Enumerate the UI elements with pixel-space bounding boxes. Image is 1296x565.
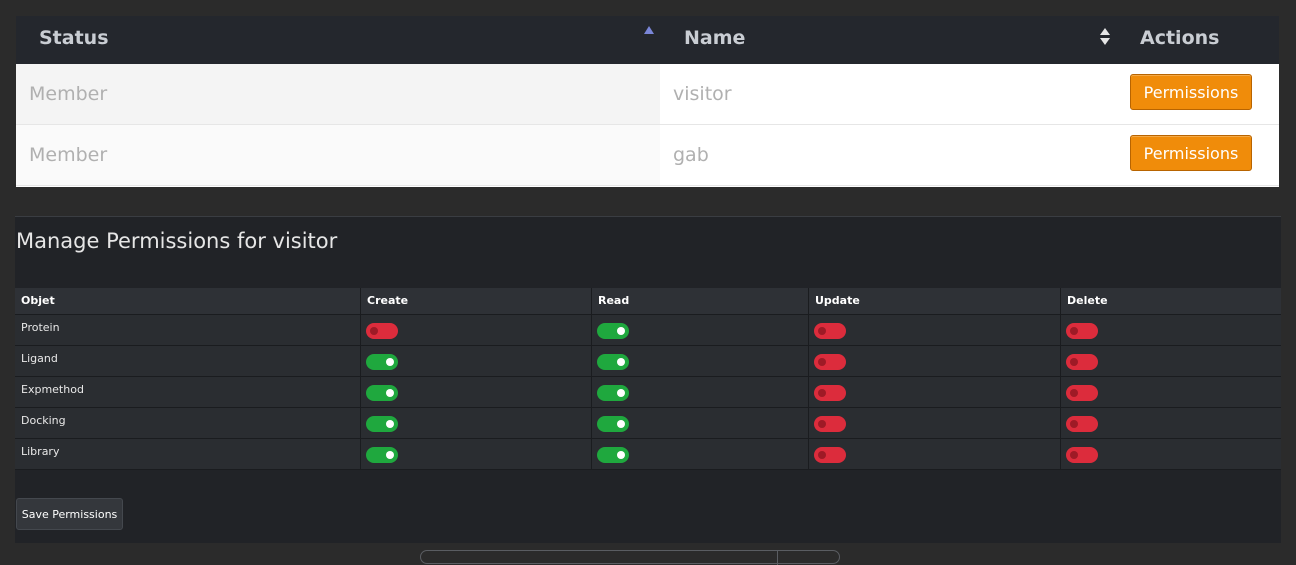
read-cell (592, 346, 809, 376)
column-header-status[interactable]: Status (39, 16, 109, 64)
create-toggle[interactable] (366, 323, 398, 339)
read-cell (592, 439, 809, 469)
toggle-knob (1070, 389, 1078, 397)
update-toggle[interactable] (814, 416, 846, 432)
delete-cell (1061, 315, 1281, 345)
member-status: Member (29, 144, 108, 166)
column-header-actions: Actions (1140, 27, 1220, 49)
delete-cell (1061, 346, 1281, 376)
delete-toggle[interactable] (1066, 416, 1098, 432)
member-name: gab (673, 144, 709, 166)
delete-toggle[interactable] (1066, 323, 1098, 339)
column-header-name[interactable]: Name (684, 16, 745, 64)
create-toggle[interactable] (366, 416, 398, 432)
toggle-knob (818, 389, 826, 397)
toggle-knob (617, 420, 625, 428)
members-table: Status Name Actions Member visitor Permi… (16, 16, 1279, 187)
sort-icon[interactable] (1100, 28, 1110, 46)
table-row: Member gab Permissions (16, 125, 1279, 186)
toggle-knob (1070, 451, 1078, 459)
delete-toggle[interactable] (1066, 354, 1098, 370)
column-header-create: Create (361, 288, 592, 314)
create-toggle[interactable] (366, 385, 398, 401)
delete-toggle[interactable] (1066, 447, 1098, 463)
permissions-table-header: Objet Create Read Update Delete (15, 288, 1281, 315)
update-toggle[interactable] (814, 354, 846, 370)
permission-row-library: Library (15, 439, 1281, 470)
toggle-knob (617, 358, 625, 366)
member-status: Member (29, 83, 108, 105)
objet-name: Docking (15, 408, 361, 438)
toggle-knob (1070, 327, 1078, 335)
update-cell (809, 408, 1061, 438)
permissions-button[interactable]: Permissions (1130, 135, 1252, 171)
read-cell (592, 377, 809, 407)
toggle-knob (818, 327, 826, 335)
sort-ascending-icon[interactable] (644, 26, 654, 34)
toggle-knob (617, 327, 625, 335)
read-toggle[interactable] (597, 354, 629, 370)
permission-row-ligand: Ligand (15, 346, 1281, 377)
toggle-knob (386, 451, 394, 459)
create-cell (361, 439, 592, 469)
save-permissions-button[interactable]: Save Permissions (16, 498, 123, 530)
toggle-knob (617, 451, 625, 459)
toggle-knob (818, 420, 826, 428)
objet-name: Protein (15, 315, 361, 345)
permission-row-expmethod: Expmethod (15, 377, 1281, 408)
update-cell (809, 315, 1061, 345)
create-cell (361, 408, 592, 438)
toggle-knob (818, 451, 826, 459)
column-header-delete: Delete (1067, 294, 1108, 307)
update-cell (809, 377, 1061, 407)
create-toggle[interactable] (366, 447, 398, 463)
permissions-table: Objet Create Read Update Delete Protein L… (15, 288, 1281, 470)
permission-row-protein: Protein (15, 315, 1281, 346)
column-header-update: Update (809, 288, 1061, 314)
update-toggle[interactable] (814, 385, 846, 401)
objet-name: Library (15, 439, 361, 469)
create-cell (361, 346, 592, 376)
toggle-knob (1070, 420, 1078, 428)
create-cell (361, 315, 592, 345)
objet-name: Expmethod (15, 377, 361, 407)
update-toggle[interactable] (814, 447, 846, 463)
manage-permissions-panel: Manage Permissions for visitor Objet Cre… (15, 216, 1281, 543)
member-name: visitor (673, 83, 732, 105)
members-table-header: Status Name Actions (16, 16, 1279, 64)
read-cell (592, 408, 809, 438)
table-row: Member visitor Permissions (16, 64, 1279, 125)
read-toggle[interactable] (597, 447, 629, 463)
delete-cell (1061, 439, 1281, 469)
create-cell (361, 377, 592, 407)
create-toggle[interactable] (366, 354, 398, 370)
read-toggle[interactable] (597, 385, 629, 401)
toggle-knob (386, 389, 394, 397)
panel-title: Manage Permissions for visitor (16, 229, 338, 253)
toggle-knob (818, 358, 826, 366)
permission-row-docking: Docking (15, 408, 1281, 439)
update-cell (809, 439, 1061, 469)
toggle-knob (617, 389, 625, 397)
delete-toggle[interactable] (1066, 385, 1098, 401)
toggle-knob (370, 327, 378, 335)
delete-cell (1061, 408, 1281, 438)
read-toggle[interactable] (597, 323, 629, 339)
column-header-read: Read (592, 288, 809, 314)
objet-name: Ligand (15, 346, 361, 376)
pagination-bar[interactable] (420, 550, 840, 565)
delete-cell (1061, 377, 1281, 407)
toggle-knob (386, 420, 394, 428)
read-toggle[interactable] (597, 416, 629, 432)
toggle-knob (1070, 358, 1078, 366)
permissions-button[interactable]: Permissions (1130, 74, 1252, 110)
read-cell (592, 315, 809, 345)
toggle-knob (386, 358, 394, 366)
update-toggle[interactable] (814, 323, 846, 339)
column-header-objet: Objet (15, 288, 361, 314)
update-cell (809, 346, 1061, 376)
